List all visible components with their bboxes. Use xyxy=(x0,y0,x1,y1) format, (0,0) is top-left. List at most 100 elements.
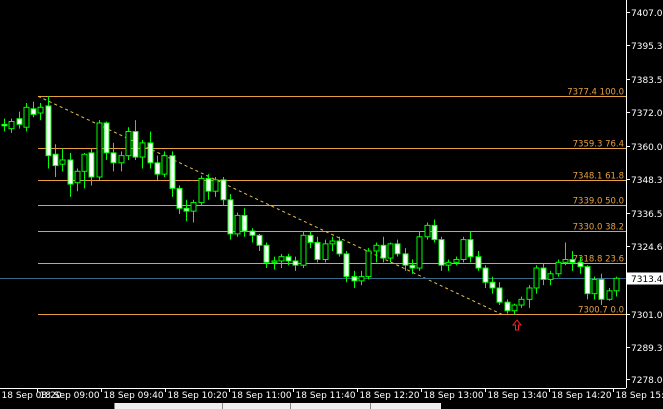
price-tick-label: 7336.5 xyxy=(631,210,663,220)
candle xyxy=(358,270,365,286)
candle xyxy=(518,296,525,308)
chart-tab[interactable] xyxy=(114,403,223,409)
candle xyxy=(555,259,562,277)
candle xyxy=(314,236,321,263)
candle xyxy=(504,299,511,314)
candle xyxy=(67,152,74,197)
time-axis[interactable]: 18 Sep 08:2018 Sep 09:00 18 Sep 09:40 18 S… xyxy=(0,388,663,401)
candle xyxy=(227,194,234,240)
candle xyxy=(496,282,503,306)
candle xyxy=(307,231,314,249)
candle xyxy=(533,265,540,294)
price-tick-label: 7395.3 xyxy=(631,42,663,52)
candle xyxy=(256,233,263,251)
price-tick-label: 7360.0 xyxy=(631,143,663,153)
candle xyxy=(8,118,15,133)
candle xyxy=(81,152,88,189)
candle xyxy=(183,199,190,222)
candle xyxy=(278,253,285,269)
price-tick-label: 7407.0 xyxy=(631,9,663,19)
candle xyxy=(292,256,299,271)
price-chart[interactable]: 7377.4 100.0 7359.3 76.4 7348.1 61.8 7339.0… xyxy=(0,0,663,409)
candle xyxy=(431,219,438,243)
candle xyxy=(409,259,416,274)
candle xyxy=(263,242,270,269)
candle xyxy=(205,174,212,200)
candle xyxy=(445,259,452,271)
time-tick-label: 18 Sep 13:00 xyxy=(424,391,484,401)
candle xyxy=(394,239,401,257)
time-tick-label: 18 Sep 09:00 xyxy=(40,391,100,401)
fib-level-label: 7359.3 76.4 xyxy=(573,140,624,150)
candle xyxy=(373,242,380,263)
candle xyxy=(52,144,59,178)
svg-text:7313.4: 7313.4 xyxy=(631,275,663,285)
price-axis[interactable]: 7407.0 7395.3 7383.5 7372.0 7360.0 7348.3 7336… xyxy=(626,9,663,386)
candle xyxy=(351,270,358,288)
chart-frame xyxy=(0,0,627,389)
candle xyxy=(103,121,110,160)
candle xyxy=(59,148,66,172)
candle xyxy=(467,231,474,263)
candle xyxy=(482,265,489,288)
time-tick-label: 18 Sep 10:20 xyxy=(168,391,228,401)
candle xyxy=(402,248,409,271)
candle xyxy=(584,265,591,300)
candle xyxy=(37,103,44,121)
buy-arrow-icon xyxy=(511,319,523,331)
chart-tab[interactable] xyxy=(222,403,291,409)
candle xyxy=(176,185,183,214)
time-tick-label: 18 Sep 15:00 xyxy=(616,391,663,401)
candle xyxy=(241,208,248,237)
fib-level-label: 7330.0 38.2 xyxy=(573,223,624,233)
chart-tabs-bar xyxy=(0,402,663,409)
chart-tab[interactable] xyxy=(290,403,371,409)
price-tick-label: 7324.6 xyxy=(631,243,663,253)
fib-level-label: 7377.4 100.0 xyxy=(567,88,624,98)
price-tick-label: 7301.0 xyxy=(631,311,663,321)
chart-tab[interactable] xyxy=(370,403,441,409)
candle xyxy=(460,236,467,263)
candle xyxy=(118,151,125,172)
candle xyxy=(438,236,445,271)
fib-level-label: 7300.7 0.0 xyxy=(578,306,624,316)
candle xyxy=(220,177,227,206)
candle xyxy=(613,276,620,297)
time-tick-label: 18 Sep 11:40 xyxy=(296,391,356,401)
candle xyxy=(30,101,37,118)
time-tick-label: 18 Sep 13:40 xyxy=(488,391,548,401)
candle xyxy=(591,276,598,300)
candle xyxy=(139,140,146,169)
candle xyxy=(300,231,307,269)
candle xyxy=(161,151,168,178)
time-tick-label: 18 Sep 11:00 xyxy=(232,391,292,401)
candle xyxy=(365,248,372,280)
candle xyxy=(1,118,8,132)
candle xyxy=(147,131,154,169)
candle xyxy=(489,276,496,294)
candle xyxy=(23,103,30,132)
candle xyxy=(125,127,132,160)
candle xyxy=(110,142,117,172)
candle xyxy=(234,212,241,237)
candle xyxy=(547,270,554,286)
time-tick-label: 18 Sep 12:20 xyxy=(360,391,420,401)
candle xyxy=(190,199,197,223)
candle xyxy=(88,148,95,186)
fibonacci-retracement[interactable]: 7377.4 100.0 7359.3 76.4 7348.1 61.8 7339.0… xyxy=(0,88,626,316)
candle xyxy=(526,285,533,308)
candle xyxy=(336,236,343,257)
price-tick-label: 7278.0 xyxy=(631,376,663,386)
candle xyxy=(424,222,431,240)
candle xyxy=(606,287,613,301)
candle xyxy=(45,96,52,169)
candle xyxy=(387,242,394,263)
price-tick-label: 7383.5 xyxy=(631,76,663,86)
time-tick-label: 18 Sep 14:20 xyxy=(552,391,612,401)
fib-level-label: 7348.1 61.8 xyxy=(573,172,624,182)
fib-level-label: 7339.0 50.0 xyxy=(573,197,624,207)
time-tick-label: 18 Sep 09:40 xyxy=(104,391,164,401)
candle xyxy=(16,111,23,129)
candle xyxy=(511,303,518,315)
candle xyxy=(329,236,336,251)
